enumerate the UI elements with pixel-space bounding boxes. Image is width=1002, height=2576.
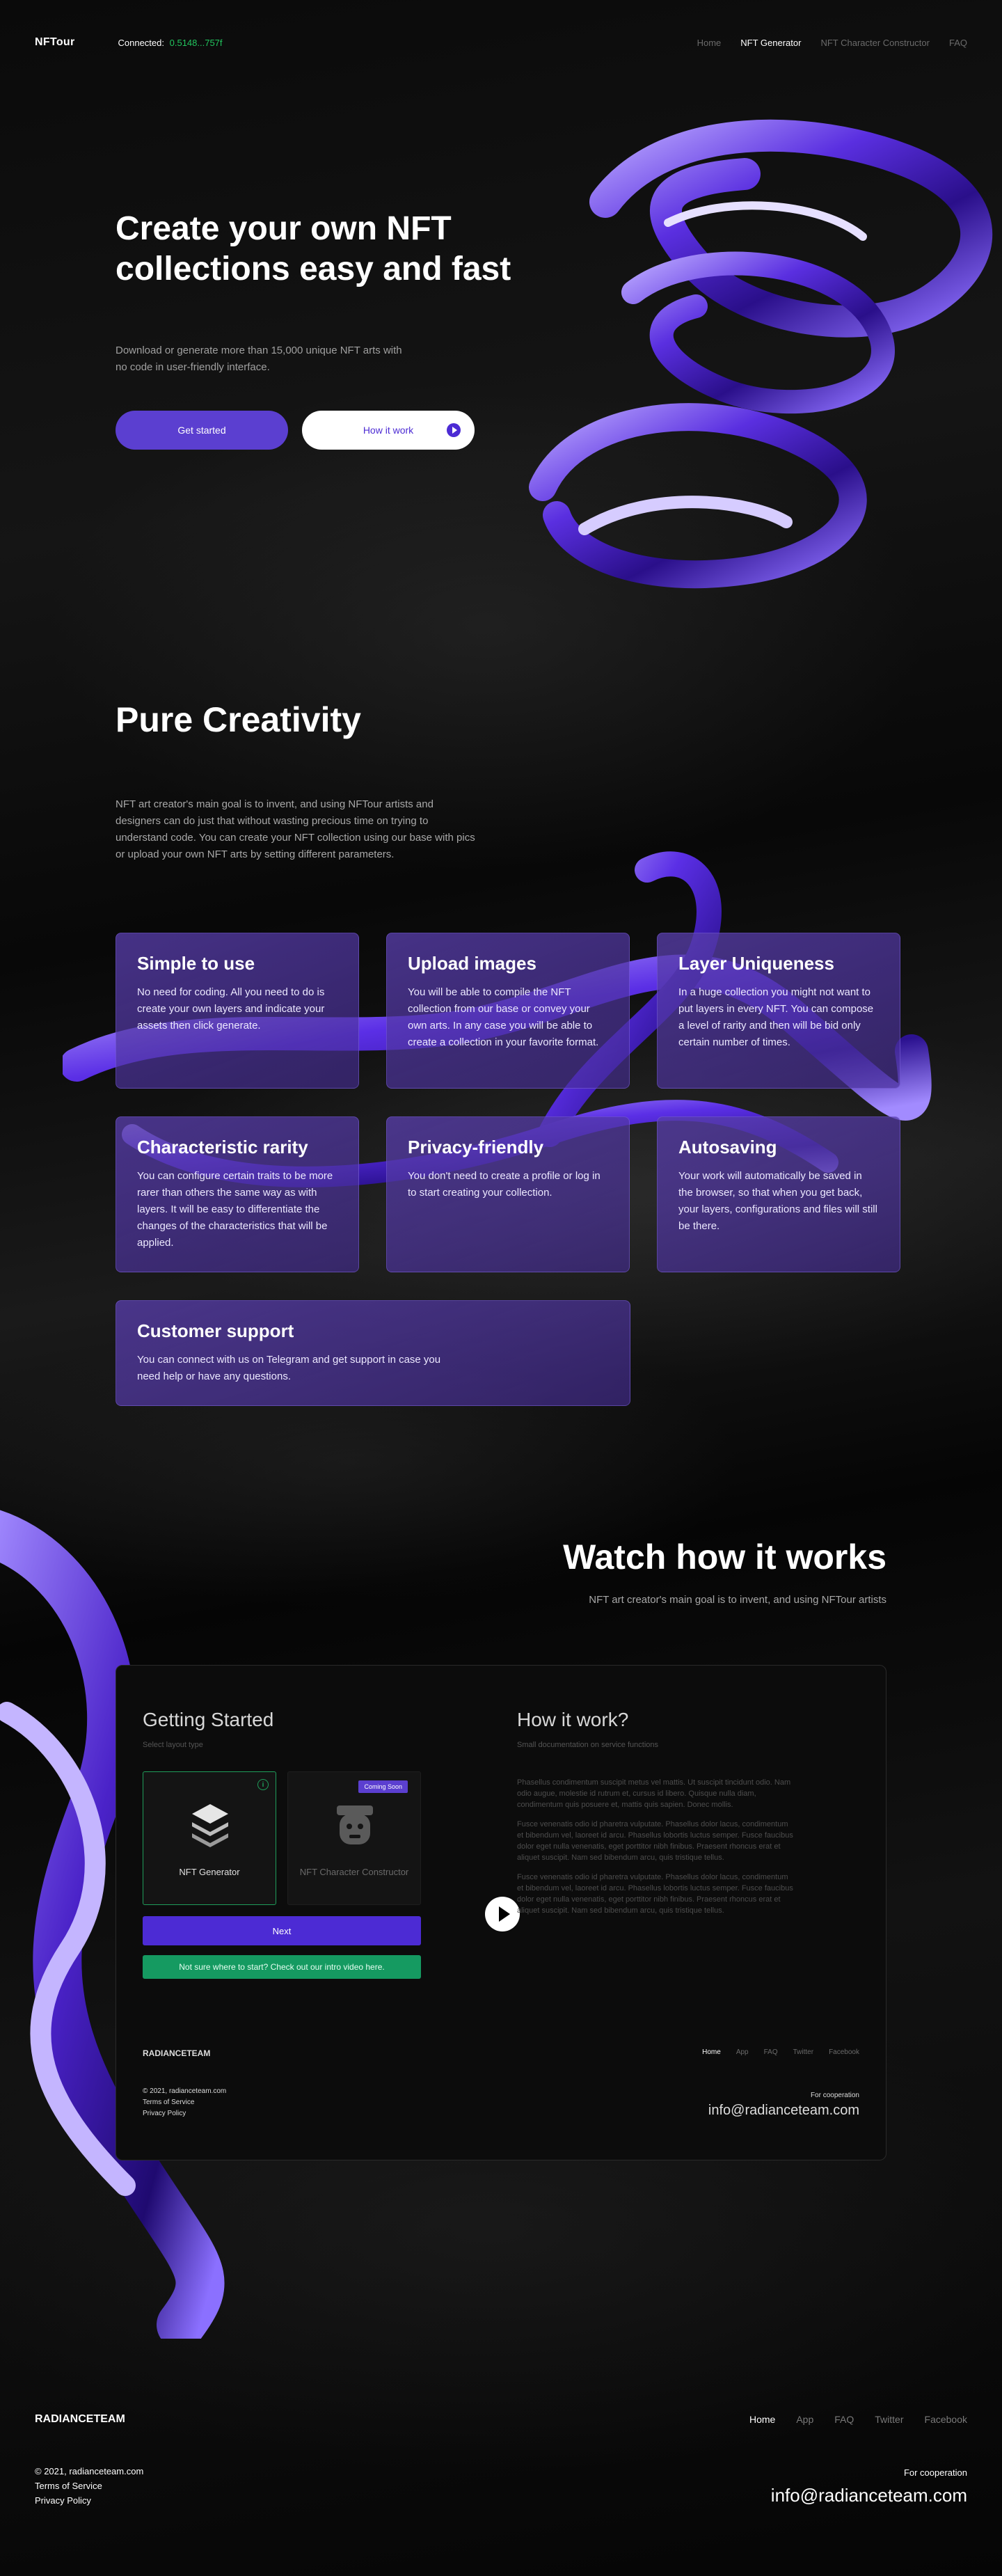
nav-nft-generator[interactable]: NFT Generator [740,38,801,48]
option-label: NFT Generator [179,1867,240,1877]
preview-footer-nav: Home App FAQ Twitter Facebook [702,2048,859,2056]
feature-card-privacy: Privacy-friendly You don't need to creat… [386,1116,630,1272]
how-it-work-subtitle: Small documentation on service functions [517,1741,658,1749]
watch-title: Watch how it works [563,1538,886,1577]
app-preview-panel: Getting Started Select layout type i NFT… [116,1665,886,2160]
how-it-work-label: How it work [363,425,414,436]
coming-soon-badge: Coming Soon [358,1780,408,1793]
how-it-work-title: How it work? [517,1709,629,1730]
preview-nav-home[interactable]: Home [702,2048,721,2056]
main-nav: Home NFT Generator NFT Character Constru… [697,38,967,48]
footer-nav: Home App FAQ Twitter Facebook [749,2414,967,2425]
footer-privacy-link[interactable]: Privacy Policy [35,2493,143,2508]
hero-description: Download or generate more than 15,000 un… [116,345,402,373]
footer-nav-app[interactable]: App [796,2414,813,2425]
character-icon [337,1805,373,1844]
docs-paragraph: Fusce venenatis odio id pharetra vulputa… [517,1873,793,1915]
feature-text: In a huge collection you might not want … [678,986,874,1048]
feature-text: You can configure certain traits to be m… [137,1170,333,1249]
nav-faq[interactable]: FAQ [949,38,967,48]
footer-nav-facebook[interactable]: Facebook [925,2414,967,2425]
nav-home[interactable]: Home [697,38,722,48]
get-started-button[interactable]: Get started [116,411,288,450]
docs-paragraph: Fusce venenatis odio id pharetra vulputa… [517,1820,793,1862]
footer-coop-label: For cooperation [903,2467,967,2478]
feature-title: Characteristic rarity [137,1137,308,1157]
feature-text: You don't need to create a profile or lo… [408,1170,601,1199]
footer-nav-faq[interactable]: FAQ [834,2414,854,2425]
connected-label: Connected: [118,37,165,48]
feature-text: Your work will automatically be saved in… [678,1170,877,1232]
terms-link[interactable]: Terms of Service [143,2097,226,2108]
creativity-description: NFT art creator's main goal is to invent… [116,798,475,860]
preview-legal: © 2021, radianceteam.com Terms of Servic… [143,2086,226,2119]
feature-title: Upload images [408,953,536,974]
footer-logo[interactable]: RADIANCETEAM [35,2413,125,2426]
get-started-label: Get started [177,425,226,436]
wallet-address[interactable]: 0.5148...757f [170,38,223,48]
copyright: © 2021, radianceteam.com [143,2087,227,2095]
preview-nav-twitter[interactable]: Twitter [793,2048,813,2056]
feature-card-simple: Simple to use No need for coding. All yo… [116,933,359,1089]
preview-nav-faq[interactable]: FAQ [764,2048,778,2056]
hero-title: Create your own NFT collections easy and… [116,210,511,287]
feature-title: Customer support [137,1320,294,1341]
watch-subtitle: NFT art creator's main goal is to invent… [589,1594,886,1606]
feature-text: You can connect with us on Telegram and … [137,1354,441,1382]
feature-title: Privacy-friendly [408,1137,544,1157]
feature-card-upload: Upload images You will be able to compil… [386,933,630,1089]
site-header: NFTour Connected: 0.5148...757f Home NFT… [35,32,967,53]
feature-text: You will be able to compile the NFT coll… [408,986,599,1048]
feature-title: Autosaving [678,1137,777,1157]
footer-email[interactable]: info@radianceteam.com [771,2485,967,2506]
intro-video-button[interactable]: Not sure where to start? Check out our i… [143,1955,421,1979]
feature-card-support: Customer support You can connect with us… [116,1300,630,1406]
feature-title: Layer Uniqueness [678,953,834,974]
wallet-status: Connected: 0.5148...757f [118,38,223,48]
intro-video-label: Not sure where to start? Check out our i… [179,1962,385,1972]
nav-character-constructor[interactable]: NFT Character Constructor [820,38,930,48]
docs-paragraph: Phasellus condimentum suscipit metus vel… [517,1778,791,1809]
feature-title: Simple to use [137,953,255,974]
feature-card-layer: Layer Uniqueness In a huge collection yo… [657,933,900,1089]
privacy-link[interactable]: Privacy Policy [143,2108,226,2119]
preview-footer-logo[interactable]: RADIANCETEAM [143,2048,210,2058]
footer-terms-link[interactable]: Terms of Service [35,2479,143,2493]
site-logo[interactable]: NFTour [35,36,75,49]
footer-nav-twitter[interactable]: Twitter [875,2414,903,2425]
feature-card-autosave: Autosaving Your work will automatically … [657,1116,900,1272]
info-icon[interactable]: i [257,1779,269,1790]
creativity-title: Pure Creativity [116,700,361,739]
feature-card-rarity: Characteristic rarity You can configure … [116,1116,359,1272]
footer-legal: © 2021, radianceteam.com Terms of Servic… [35,2464,143,2508]
preview-email[interactable]: info@radianceteam.com [708,2103,859,2119]
getting-started-subtitle: Select layout type [143,1741,203,1749]
next-label: Next [272,1925,292,1936]
preview-nav-app[interactable]: App [736,2048,749,2056]
preview-nav-facebook[interactable]: Facebook [829,2048,859,2056]
getting-started-title: Getting Started [143,1709,274,1730]
play-icon [447,423,461,437]
video-play-button[interactable] [485,1897,520,1931]
option-character-constructor: Coming Soon NFT Character Constructor [287,1771,421,1905]
layers-icon [192,1804,228,1847]
option-label: NFT Character Constructor [299,1867,409,1877]
option-nft-generator[interactable]: i NFT Generator [143,1771,276,1905]
preview-coop-label: For cooperation [810,2092,859,2099]
footer-copyright: © 2021, radianceteam.com [35,2466,144,2476]
footer-nav-home[interactable]: Home [749,2414,775,2425]
feature-text: No need for coding. All you need to do i… [137,986,325,1032]
page-background [0,0,1002,2576]
next-button[interactable]: Next [143,1916,421,1945]
how-it-work-button[interactable]: How it work [302,411,475,450]
